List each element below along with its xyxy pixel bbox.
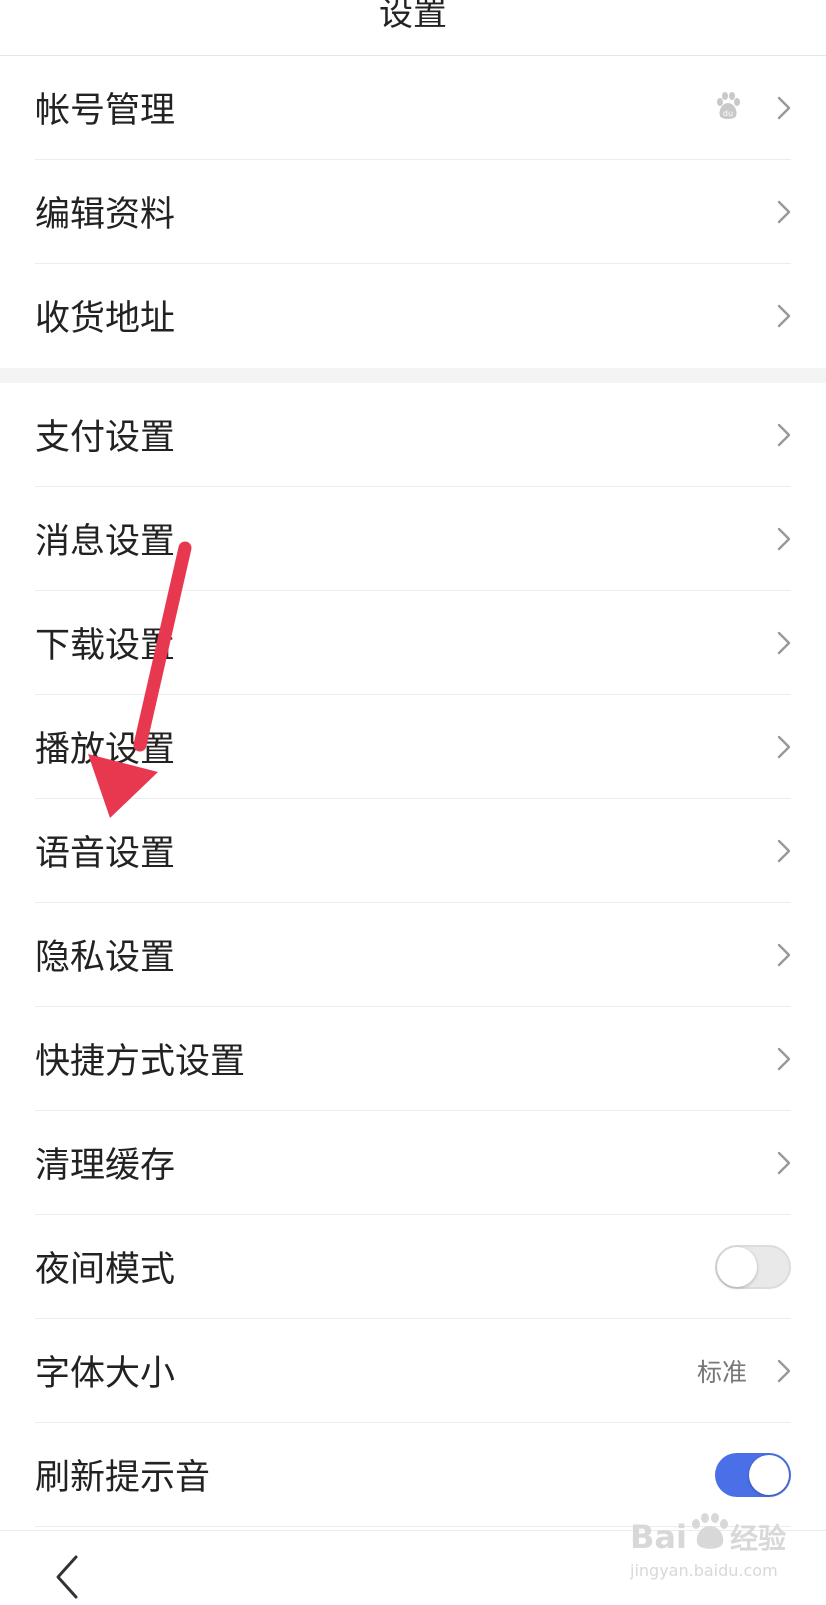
chevron-right-icon (761, 93, 791, 123)
toggle-knob (749, 1454, 789, 1495)
row-label: 字体大小 (35, 1354, 176, 1394)
row-message-settings[interactable]: 消息设置 (35, 487, 791, 591)
row-font-size[interactable]: 字体大小 标准 (35, 1319, 791, 1423)
toggle-knob (717, 1246, 757, 1287)
row-label: 消息设置 (35, 522, 176, 562)
general-settings-group: 支付设置 消息设置 下载设置 播放设置 语音设置 隐私设置 快捷方式设置 清理缓… (0, 383, 826, 1527)
row-label: 刷新提示音 (35, 1458, 211, 1498)
row-download-settings[interactable]: 下载设置 (35, 591, 791, 695)
svg-text:jingyan.baidu.com: jingyan.baidu.com (630, 1561, 778, 1580)
chevron-right-icon (761, 1356, 791, 1386)
svg-text:经验: 经验 (730, 1522, 786, 1555)
section-divider (0, 368, 826, 383)
chevron-right-icon (761, 732, 791, 762)
back-arrow-icon (56, 1555, 78, 1599)
font-size-value: 标准 (696, 1357, 747, 1387)
row-night-mode: 夜间模式 (35, 1215, 791, 1319)
chevron-right-icon (761, 301, 791, 331)
row-label: 快捷方式设置 (35, 1042, 246, 1082)
svg-text:Bai: Bai (630, 1518, 687, 1556)
chevron-right-icon (761, 524, 791, 554)
row-label: 收货地址 (35, 299, 176, 339)
row-clear-cache[interactable]: 清理缓存 (35, 1111, 791, 1215)
row-shortcut-settings[interactable]: 快捷方式设置 (35, 1007, 791, 1111)
row-voice-settings[interactable]: 语音设置 (35, 799, 791, 903)
row-account-management[interactable]: 帐号管理 du (35, 56, 791, 160)
chevron-right-icon (761, 836, 791, 866)
row-label: 隐私设置 (35, 938, 176, 978)
row-shipping-address[interactable]: 收货地址 (35, 264, 791, 367)
chevron-right-icon (761, 628, 791, 658)
row-edit-profile[interactable]: 编辑资料 (35, 160, 791, 264)
row-label: 清理缓存 (35, 1146, 176, 1186)
baidu-paw-icon: du (713, 91, 743, 125)
row-label: 下载设置 (35, 626, 176, 666)
row-label: 编辑资料 (35, 195, 176, 235)
back-button[interactable] (50, 1553, 90, 1601)
chevron-right-icon (761, 1044, 791, 1074)
row-payment-settings[interactable]: 支付设置 (35, 383, 791, 487)
title-bar: 设置 (0, 0, 826, 56)
page-title: 设置 (379, 0, 447, 34)
baidu-jingyan-watermark: Bai 经验 jingyan.baidu.com (629, 1508, 800, 1588)
svg-text:du: du (723, 109, 733, 118)
row-label: 播放设置 (35, 730, 176, 770)
row-label: 帐号管理 (35, 91, 176, 131)
chevron-right-icon (761, 197, 791, 227)
row-label: 语音设置 (35, 834, 176, 874)
chevron-right-icon (761, 420, 791, 450)
row-label: 支付设置 (35, 418, 176, 458)
row-playback-settings[interactable]: 播放设置 (35, 695, 791, 799)
account-settings-group: 帐号管理 du 编辑资料 收货地址 (0, 56, 826, 367)
row-privacy-settings[interactable]: 隐私设置 (35, 903, 791, 1007)
row-label: 夜间模式 (35, 1250, 176, 1290)
chevron-right-icon (761, 940, 791, 970)
chevron-right-icon (761, 1148, 791, 1178)
night-mode-toggle[interactable] (715, 1244, 791, 1289)
refresh-sound-toggle[interactable] (715, 1452, 791, 1497)
